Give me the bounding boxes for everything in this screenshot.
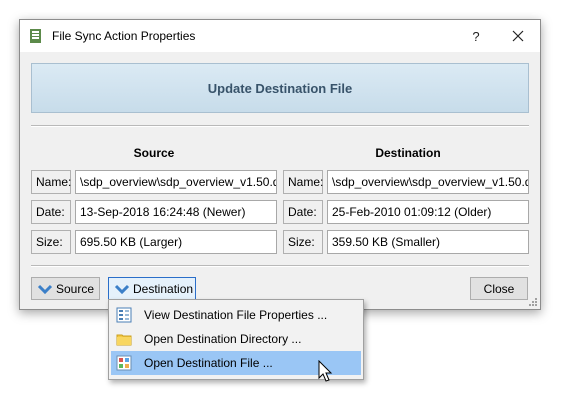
menu-item-label: Open Destination File ... (144, 356, 273, 370)
window-title: File Sync Action Properties (52, 29, 196, 43)
source-size-label: Size: (31, 230, 71, 254)
mouse-pointer-icon (318, 360, 333, 382)
chevron-down-icon (37, 284, 53, 294)
source-name-label: Name: (31, 170, 71, 194)
source-button[interactable]: Source (31, 277, 100, 300)
destination-button-label: Destination (133, 281, 194, 296)
menu-item-open-directory[interactable]: Open Destination Directory ... (111, 327, 361, 351)
title-bar: File Sync Action Properties ? (20, 20, 540, 52)
app-icon (30, 29, 41, 43)
help-label: ? (472, 28, 480, 44)
destination-button[interactable]: Destination (108, 277, 196, 300)
close-icon (512, 30, 524, 42)
separator-top (31, 125, 529, 127)
action-banner: Update Destination File (31, 63, 529, 113)
source-size-field[interactable]: 695.50 KB (Larger) (75, 230, 277, 254)
source-date-label: Date: (31, 200, 71, 224)
file-icon (116, 355, 132, 371)
help-button[interactable]: ? (460, 20, 492, 52)
destination-name-label: Name: (283, 170, 323, 194)
destination-size-field[interactable]: 359.50 KB (Smaller) (327, 230, 529, 254)
source-date-field[interactable]: 13-Sep-2018 16:24:48 (Newer) (75, 200, 277, 224)
destination-size-label: Size: (283, 230, 323, 254)
source-name-field[interactable]: \sdp_overview\sdp_overview_v1.50.doc (75, 170, 277, 194)
separator-bottom (31, 265, 529, 267)
properties-icon (116, 307, 132, 323)
chevron-down-icon (114, 284, 130, 294)
source-button-label: Source (56, 281, 95, 296)
window-close-button[interactable] (500, 20, 536, 52)
folder-icon (116, 334, 132, 346)
close-button-label: Close (483, 281, 515, 296)
resize-grip-icon[interactable] (528, 297, 538, 307)
close-button[interactable]: Close (470, 277, 528, 300)
file-sync-action-properties-dialog: File Sync Action Properties ? Update Des… (19, 19, 541, 310)
menu-item-view-properties[interactable]: View Destination File Properties ... (111, 303, 361, 327)
destination-date-field[interactable]: 25-Feb-2010 01:09:12 (Older) (327, 200, 529, 224)
source-column-heading: Source (133, 146, 175, 160)
destination-name-field[interactable]: \sdp_overview\sdp_overview_v1.50.doc (327, 170, 529, 194)
destination-date-label: Date: (283, 200, 323, 224)
menu-item-label: Open Destination Directory ... (144, 332, 302, 346)
menu-item-label: View Destination File Properties ... (144, 308, 328, 322)
destination-column-heading: Destination (375, 146, 441, 160)
action-title: Update Destination File (207, 80, 353, 96)
